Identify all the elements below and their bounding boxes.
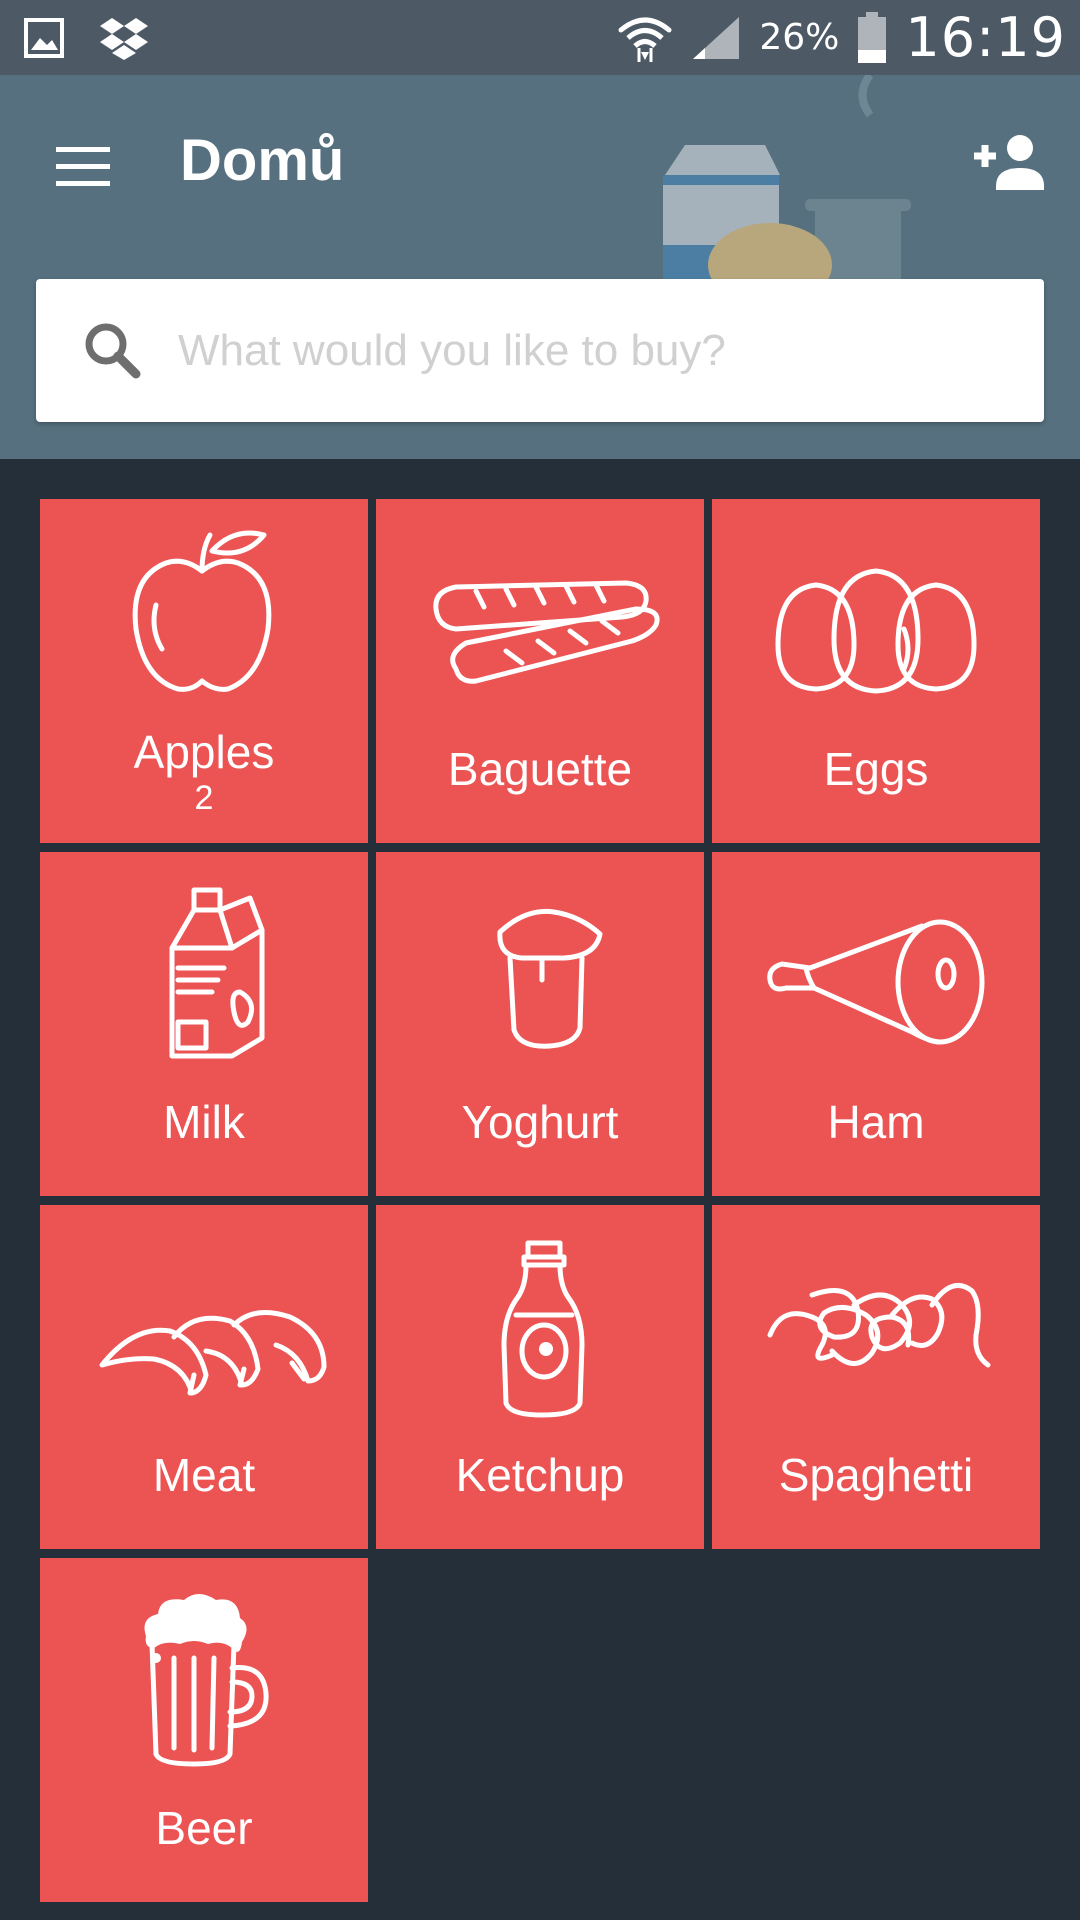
- yoghurt-icon: [497, 908, 603, 1049]
- item-tile-apples[interactable]: Apples 2: [40, 499, 368, 843]
- status-bar: 26% 16:19: [0, 0, 1080, 75]
- item-tile-eggs[interactable]: Eggs: [712, 499, 1040, 843]
- clock: 16:19: [905, 6, 1066, 69]
- ham-icon: [767, 919, 985, 1045]
- item-tile-spaghetti[interactable]: Spaghetti: [712, 1205, 1040, 1549]
- item-tile-baguette[interactable]: Baguette: [376, 499, 704, 843]
- item-label: Ketchup: [455, 1449, 625, 1501]
- item-label: Apples: [133, 726, 275, 778]
- item-label: Ham: [827, 1096, 925, 1148]
- groceries-illustration: [663, 75, 911, 285]
- meat-icon: [99, 1310, 327, 1396]
- dropbox-icon: [100, 17, 148, 60]
- search-icon: [85, 323, 141, 378]
- item-tile-meat[interactable]: Meat: [40, 1205, 368, 1549]
- item-tile-beer[interactable]: Beer: [40, 1558, 368, 1902]
- gallery-icon: [24, 17, 64, 58]
- beer-mug-icon: [144, 1594, 269, 1767]
- ketchup-icon: [501, 1240, 585, 1418]
- apple-icon: [132, 530, 272, 692]
- item-label: Milk: [163, 1096, 245, 1148]
- item-tile-yoghurt[interactable]: Yoghurt: [376, 852, 704, 1196]
- item-tile-ketchup[interactable]: Ketchup: [376, 1205, 704, 1549]
- battery-percent: 26%: [759, 17, 840, 58]
- eggs-icon: [775, 568, 977, 694]
- signal-icon: [693, 16, 740, 59]
- add-person-icon: [974, 135, 1044, 190]
- spaghetti-icon: [767, 1282, 991, 1368]
- battery-icon: [858, 11, 887, 63]
- item-label: Beer: [155, 1802, 253, 1854]
- hamburger-menu-icon: [56, 147, 110, 186]
- items-grid: Apples 2 Baguette Eggs Milk Yoghurt Ham …: [40, 499, 1040, 1902]
- item-tile-milk[interactable]: Milk: [40, 852, 368, 1196]
- item-quantity: 2: [194, 779, 214, 817]
- item-tile-ham[interactable]: Ham: [712, 852, 1040, 1196]
- search-bar[interactable]: [36, 279, 1044, 422]
- page-title: Domů: [180, 128, 345, 193]
- item-label: Meat: [152, 1449, 256, 1501]
- item-label: Eggs: [823, 743, 929, 795]
- baguette-icon: [433, 580, 660, 684]
- menu-button[interactable]: [50, 137, 120, 197]
- milk-carton-icon: [169, 887, 265, 1059]
- wifi-icon: [618, 17, 672, 62]
- item-label: Yoghurt: [461, 1096, 619, 1148]
- search-input[interactable]: [178, 325, 1044, 376]
- add-user-button[interactable]: [970, 130, 1050, 200]
- item-label: Spaghetti: [778, 1449, 974, 1501]
- item-label: Baguette: [447, 743, 633, 795]
